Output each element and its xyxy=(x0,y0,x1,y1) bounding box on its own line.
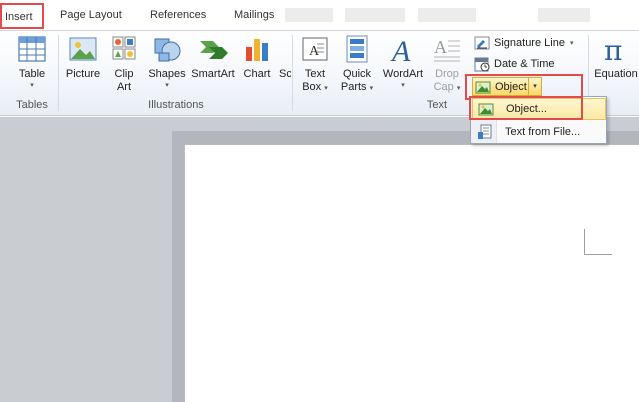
object-button[interactable]: Object ▾ xyxy=(472,77,542,96)
wordart-label: WordArt xyxy=(382,68,424,80)
shapes-label: Shapes xyxy=(148,68,186,80)
chart-icon xyxy=(241,33,273,65)
drop-cap-button[interactable]: A Drop Cap ▾ xyxy=(430,33,464,95)
chevron-down-icon: ▾ xyxy=(569,40,574,47)
object-dropdown-menu: Object... Text from File... xyxy=(470,96,607,144)
table-button[interactable]: Table ▾ xyxy=(10,33,54,89)
pi-icon: π xyxy=(600,33,632,67)
screenshot-button[interactable]: Sc xyxy=(279,33,291,81)
document-page[interactable] xyxy=(184,144,639,402)
object-icon xyxy=(478,101,494,117)
menu-item-text-from-file[interactable]: Text from File... xyxy=(472,121,606,143)
picture-button[interactable]: Picture xyxy=(62,33,104,81)
wordart-button[interactable]: A WordArt ▾ xyxy=(380,33,426,89)
tab-page-layout[interactable]: Page Layout xyxy=(60,9,122,21)
blurred-tab xyxy=(345,8,405,22)
blurred-tab xyxy=(538,8,590,22)
chevron-down-icon: ▾ xyxy=(401,82,405,89)
table-label: Table xyxy=(18,68,46,80)
svg-text:A: A xyxy=(434,37,447,57)
clip-art-button[interactable]: Clip Art xyxy=(106,33,142,94)
smartart-icon xyxy=(197,33,229,65)
blurred-tab xyxy=(285,8,333,22)
group-label-tables: Tables xyxy=(16,99,48,111)
text-box-label-line1: Text xyxy=(304,68,326,80)
svg-text:π: π xyxy=(604,34,622,65)
chevron-down-icon: ▾ xyxy=(165,82,169,89)
drop-cap-label-line2: Cap xyxy=(433,81,454,93)
object-dropdown-arrow[interactable]: ▾ xyxy=(528,78,541,95)
text-box-button[interactable]: A Text Box ▾ xyxy=(298,33,332,95)
date-time-label: Date & Time xyxy=(494,58,555,70)
screenshot-label: Sc xyxy=(279,68,291,80)
equation-button[interactable]: π Equation xyxy=(590,33,639,81)
picture-icon xyxy=(67,33,99,65)
tab-mailings[interactable]: Mailings xyxy=(234,9,274,21)
ribbon-tab-bar: Insert Page Layout References Mailings xyxy=(0,0,639,32)
shapes-icon xyxy=(151,33,183,65)
object-label: Object xyxy=(495,80,527,93)
clip-art-label-line1: Clip xyxy=(114,68,134,80)
wordart-icon: A xyxy=(387,33,419,68)
margin-corner-mark xyxy=(584,229,612,255)
quick-parts-label: Quick Parts ▾ xyxy=(340,68,374,93)
tab-insert[interactable]: Insert xyxy=(0,3,44,29)
signature-line-button[interactable]: Signature Line ▾ xyxy=(474,33,573,53)
svg-text:A: A xyxy=(390,35,411,65)
screenshot-icon xyxy=(279,33,291,65)
tab-references[interactable]: References xyxy=(150,9,206,21)
chevron-down-icon: ▾ xyxy=(30,82,34,89)
quick-parts-label-line1: Quick xyxy=(342,68,372,80)
signature-pen-icon xyxy=(474,35,490,51)
smartart-label: SmartArt xyxy=(191,68,235,80)
text-box-label: Text Box ▾ xyxy=(302,68,328,93)
group-label-illustrations: Illustrations xyxy=(148,99,204,111)
menu-item-object-label: Object... xyxy=(506,103,547,115)
date-time-button[interactable]: Date & Time xyxy=(474,54,555,74)
clip-art-label-line2: Art xyxy=(116,81,132,93)
quick-parts-button[interactable]: Quick Parts ▾ xyxy=(336,33,378,95)
text-box-label-line2: Box xyxy=(302,81,322,93)
drop-cap-icon: A xyxy=(431,33,463,65)
equation-label: Equation xyxy=(594,68,638,80)
picture-label: Picture xyxy=(65,68,101,80)
smartart-button[interactable]: SmartArt xyxy=(190,33,236,81)
signature-line-label: Signature Line xyxy=(494,37,565,49)
chart-button[interactable]: Chart xyxy=(239,33,275,81)
quick-parts-icon xyxy=(341,33,373,65)
group-divider xyxy=(58,35,59,111)
clip-art-icon xyxy=(108,33,140,65)
text-file-icon xyxy=(477,124,493,140)
shapes-button[interactable]: Shapes ▾ xyxy=(145,33,189,89)
clip-art-label: Clip Art xyxy=(106,68,142,94)
group-divider xyxy=(292,35,293,111)
menu-item-text-from-file-label: Text from File... xyxy=(505,126,581,138)
text-box-icon: A xyxy=(299,33,331,65)
quick-parts-label-line2: Parts xyxy=(340,81,367,93)
blurred-tab xyxy=(418,8,476,22)
drop-cap-label: Drop Cap ▾ xyxy=(433,68,461,93)
drop-cap-label-line1: Drop xyxy=(435,68,459,80)
chart-label: Chart xyxy=(243,68,271,80)
tab-insert-label: Insert xyxy=(5,11,33,23)
calendar-icon xyxy=(474,56,490,72)
table-icon xyxy=(16,33,48,65)
menu-item-object[interactable]: Object... xyxy=(472,98,606,120)
object-icon xyxy=(475,79,491,95)
